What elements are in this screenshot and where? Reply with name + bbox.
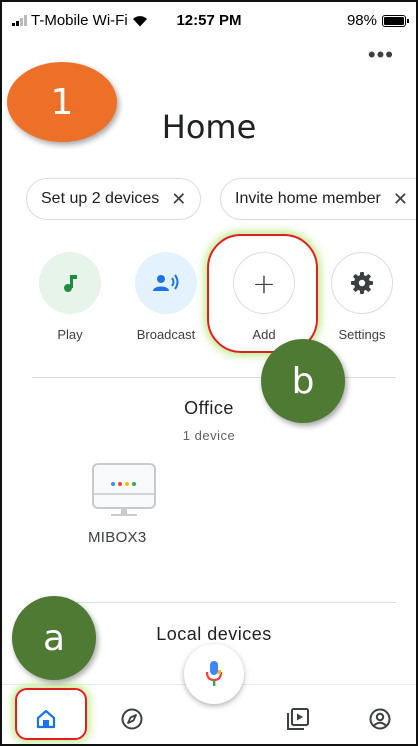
settings-circle[interactable] — [331, 252, 393, 314]
nav-media[interactable] — [282, 703, 314, 735]
more-horizontal-icon[interactable]: ••• — [368, 44, 394, 66]
battery-fill — [384, 16, 404, 25]
chip-label: Set up 2 devices — [41, 190, 160, 207]
battery-icon — [382, 14, 409, 27]
gear-icon — [351, 272, 373, 294]
account-circle-icon — [369, 708, 391, 730]
close-icon[interactable]: ✕ — [171, 189, 186, 210]
broadcast-button[interactable]: Broadcast — [126, 252, 206, 342]
device-tile-mibox3[interactable] — [86, 462, 162, 523]
broadcast-circle[interactable] — [135, 252, 197, 314]
step-badge-1: 1 — [7, 62, 117, 142]
close-icon[interactable]: ✕ — [393, 189, 408, 210]
app-screen: T-Mobile Wi-Fi 12:57 PM 98% ••• Home Set… — [0, 0, 418, 746]
add-highlight-outline — [207, 234, 318, 353]
nav-discover[interactable] — [116, 703, 148, 735]
tv-box-icon — [92, 463, 156, 516]
status-bar: T-Mobile Wi-Fi 12:57 PM 98% — [2, 2, 416, 38]
status-right: 98% — [346, 12, 409, 29]
settings-label: Settings — [338, 327, 386, 342]
chip-set-up-devices[interactable]: Set up 2 devices ✕ — [26, 178, 201, 220]
room-device-count: 1 device — [182, 428, 236, 443]
nav-account[interactable] — [364, 703, 396, 735]
chip-label: Invite home member — [235, 190, 381, 207]
chip-invite-home-member[interactable]: Invite home member ✕ — [220, 178, 416, 220]
music-note-icon — [64, 275, 77, 292]
room-title: Office — [184, 398, 234, 418]
step-badge-a: a — [12, 596, 96, 680]
play-label: Play — [57, 327, 83, 342]
divider — [32, 602, 396, 603]
play-button[interactable]: Play — [30, 252, 110, 342]
broadcast-label: Broadcast — [136, 327, 196, 342]
step-badge-b: b — [261, 339, 345, 423]
media-playlist-icon — [287, 708, 309, 730]
microphone-icon — [205, 661, 223, 686]
broadcast-icon — [153, 274, 179, 291]
compass-icon — [121, 708, 143, 730]
battery-percent: 98% — [346, 12, 377, 29]
settings-button[interactable]: Settings — [322, 252, 402, 342]
home-highlight-outline — [15, 688, 87, 740]
play-circle[interactable] — [39, 252, 101, 314]
device-name[interactable]: MIBOX3 — [88, 529, 146, 546]
mic-button[interactable] — [184, 644, 244, 704]
